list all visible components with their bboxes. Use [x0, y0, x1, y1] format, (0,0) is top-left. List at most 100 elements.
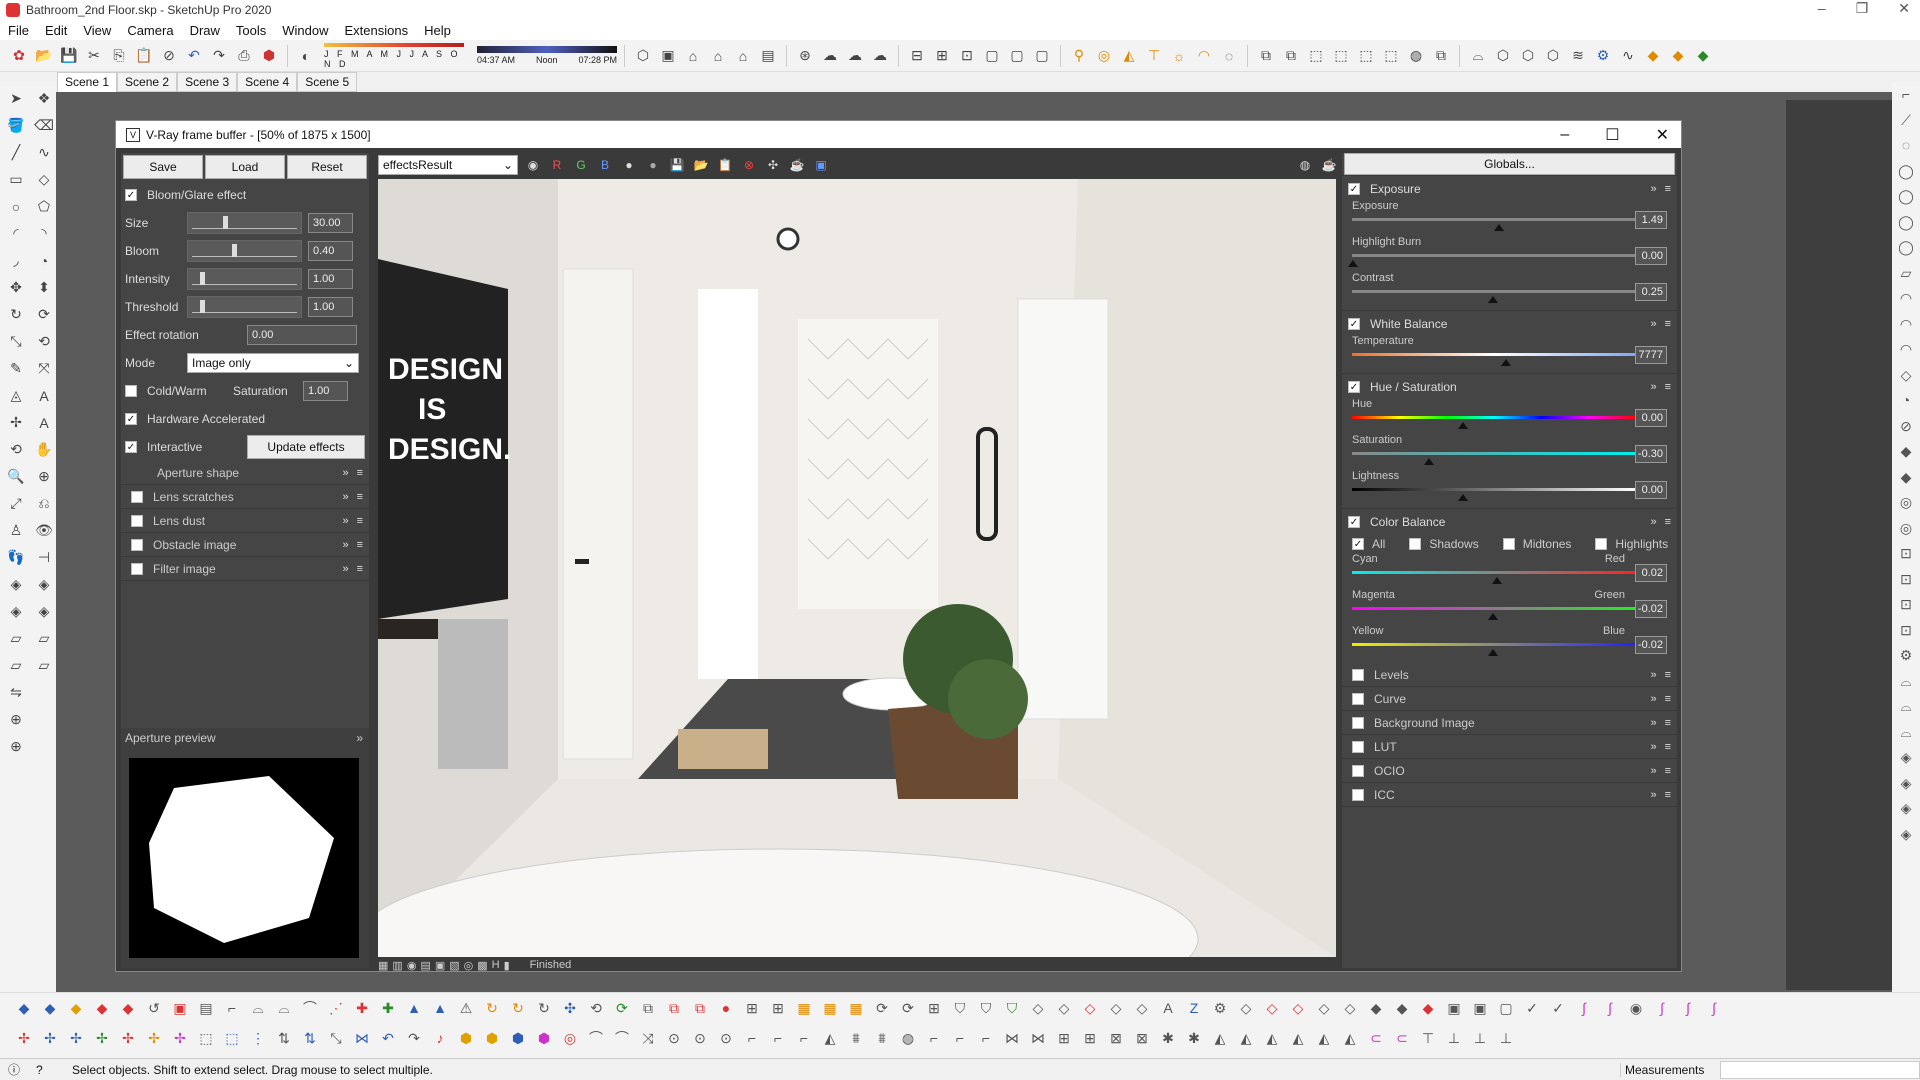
lightness-handle[interactable]: [1458, 494, 1468, 501]
intensity-slider[interactable]: [187, 268, 302, 290]
tool-icon[interactable]: ◠: [1900, 290, 1912, 316]
tool-icon[interactable]: ▱: [1901, 265, 1912, 291]
yellow-blue-handle[interactable]: [1488, 649, 1498, 656]
circle-icon[interactable]: ○: [3, 193, 29, 220]
icc-checkbox[interactable]: [1352, 788, 1364, 801]
white-dot-icon[interactable]: ●: [620, 156, 638, 174]
open-icon[interactable]: 📂: [33, 45, 55, 67]
tool-icon[interactable]: ◆: [1416, 1000, 1440, 1017]
tool-icon[interactable]: ✢: [168, 1030, 192, 1047]
components-icon[interactable]: ⧉: [1255, 45, 1277, 67]
tool-icon[interactable]: ◠: [1900, 316, 1912, 342]
pixel-info-icon[interactable]: H: [492, 959, 500, 971]
reset-button[interactable]: Reset: [287, 155, 367, 179]
tool-icon[interactable]: ⌒: [610, 1028, 634, 1048]
geo-icon[interactable]: ⊕: [3, 706, 29, 733]
tool-icon[interactable]: ◆: [1901, 443, 1912, 469]
menu-icon[interactable]: ≡: [1665, 318, 1671, 330]
expand-icon[interactable]: »: [1650, 789, 1656, 801]
icc-row[interactable]: ICC » ≡: [1342, 783, 1677, 807]
vfb-minimize-icon[interactable]: –: [1560, 126, 1569, 144]
levels-checkbox[interactable]: [1352, 668, 1364, 681]
tool-icon[interactable]: ◭: [818, 1030, 842, 1047]
menu-icon[interactable]: ≡: [1665, 183, 1671, 195]
mode-select[interactable]: Image only ⌄: [187, 353, 359, 373]
menu-icon[interactable]: ≡: [1665, 693, 1671, 705]
tool-icon[interactable]: ⧉: [688, 1000, 712, 1017]
expand-icon[interactable]: »: [1650, 318, 1656, 330]
tool-icon[interactable]: ◇: [1104, 1000, 1128, 1017]
tool-icon[interactable]: ⊙: [662, 1030, 686, 1047]
contrast-slider[interactable]: [1352, 290, 1636, 293]
position-camera-icon[interactable]: ♙: [3, 517, 29, 544]
menu-icon[interactable]: ≡: [1665, 516, 1671, 528]
curve-icon[interactable]: ∿: [1617, 45, 1639, 67]
interactive-checkbox[interactable]: ✓: [125, 441, 137, 453]
highlight-burn-handle[interactable]: [1348, 260, 1358, 267]
lightness-field[interactable]: 0.00: [1635, 481, 1667, 499]
tool-icon[interactable]: ⌐: [766, 1030, 790, 1046]
exposure-slider[interactable]: [1352, 218, 1636, 221]
tool-icon[interactable]: ⌓: [272, 1000, 296, 1017]
tool-icon[interactable]: ◆: [90, 1000, 114, 1017]
color-balance-checkbox[interactable]: ✓: [1348, 516, 1360, 528]
vfb-close-icon[interactable]: ✕: [1656, 125, 1669, 145]
teapot-icon[interactable]: ☕: [788, 156, 806, 174]
menu-view[interactable]: View: [83, 23, 111, 38]
outliner-icon[interactable]: ⬚: [1355, 45, 1377, 67]
size-field[interactable]: 30.00: [308, 213, 353, 233]
tool-icon[interactable]: ◭: [1286, 1030, 1310, 1047]
tool-icon[interactable]: ▦: [844, 1000, 868, 1017]
expand-icon[interactable]: »: [342, 539, 348, 551]
materials-icon[interactable]: ⧉: [1280, 45, 1302, 67]
blue-channel-button[interactable]: B: [596, 156, 614, 174]
measurements-input[interactable]: [1720, 1060, 1920, 1079]
3d-text-icon[interactable]: A: [31, 409, 57, 436]
menu-icon[interactable]: ≡: [357, 563, 363, 575]
menu-draw[interactable]: Draw: [190, 23, 220, 38]
tool-icon[interactable]: ●: [714, 1000, 738, 1016]
section-plane-tool-icon[interactable]: ⊣: [31, 544, 57, 571]
tool-icon[interactable]: ◭: [1312, 1030, 1336, 1047]
midtones-checkbox[interactable]: [1502, 538, 1515, 550]
tool-icon[interactable]: ⟳: [896, 1000, 920, 1017]
tool-icon[interactable]: ⌒: [584, 1028, 608, 1048]
load-button[interactable]: Load: [205, 155, 285, 179]
stop-icon[interactable]: ⊗: [740, 156, 758, 174]
light-icon[interactable]: ⬡: [1492, 45, 1514, 67]
tool-icon[interactable]: ◇: [1338, 1000, 1362, 1017]
tool-icon[interactable]: ⌐: [740, 1030, 764, 1046]
tool-icon[interactable]: ⌐: [792, 1030, 816, 1046]
filter-image-checkbox[interactable]: [131, 562, 143, 575]
tool-icon[interactable]: ⚙: [1900, 647, 1913, 673]
scale-icon[interactable]: ⤡: [3, 328, 29, 355]
test-resolution-icon[interactable]: ▩: [477, 959, 487, 972]
tool-icon[interactable]: ⧉: [636, 1000, 660, 1017]
tool-icon[interactable]: ⬚: [220, 1030, 244, 1047]
contrast-field[interactable]: 0.25: [1635, 283, 1667, 301]
arc3-icon[interactable]: ◞: [3, 247, 29, 274]
tool-icon[interactable]: ⊡: [1900, 545, 1912, 571]
tool-icon[interactable]: ▣: [1468, 1000, 1492, 1017]
history-icon[interactable]: ▦: [378, 959, 388, 972]
tool-icon[interactable]: ◇: [1312, 1000, 1336, 1017]
tool-icon[interactable]: ✣: [558, 1000, 582, 1017]
tool-icon[interactable]: ◇: [1260, 1000, 1284, 1017]
yellow-blue-slider[interactable]: [1352, 643, 1636, 646]
curve-checkbox[interactable]: [1352, 692, 1364, 705]
lens-dust-checkbox[interactable]: [131, 514, 143, 527]
tool-icon[interactable]: ✢: [12, 1030, 36, 1047]
follow-me-icon[interactable]: ◌: [1218, 45, 1240, 67]
tool-icon[interactable]: ◆: [1390, 1000, 1414, 1017]
tool-icon[interactable]: ◆: [64, 1000, 88, 1017]
lens-dust-row[interactable]: Lens dust » ≡: [121, 509, 369, 533]
all-checkbox[interactable]: ✓: [1352, 538, 1364, 550]
rotate-icon[interactable]: ↻: [3, 301, 29, 328]
tool-icon[interactable]: ✢: [38, 1030, 62, 1047]
section-plane-icon[interactable]: ⊟: [906, 45, 928, 67]
tool-icon[interactable]: ⩩: [870, 1030, 894, 1047]
expand-icon[interactable]: »: [1650, 693, 1656, 705]
expand-icon[interactable]: »: [1650, 717, 1656, 729]
expand-icon[interactable]: »: [1650, 516, 1656, 528]
expand-icon[interactable]: »: [356, 731, 363, 745]
